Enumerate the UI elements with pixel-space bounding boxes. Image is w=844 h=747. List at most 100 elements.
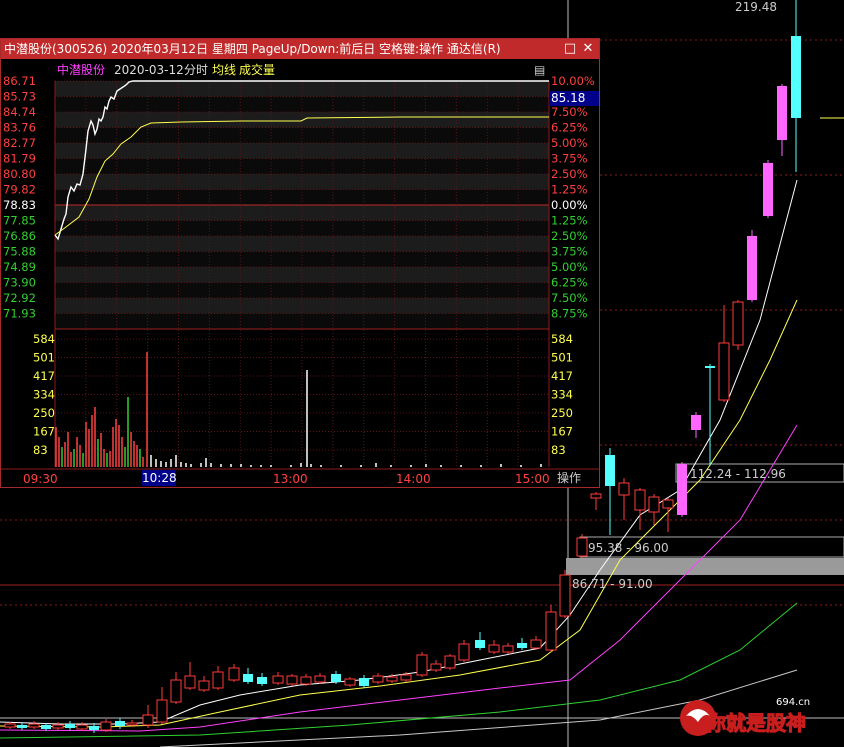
candle-body [170, 679, 182, 703]
pct-axis-label: 1.25% [551, 183, 588, 197]
candle-body [777, 86, 787, 140]
candle-body [156, 699, 168, 723]
candle-body [691, 415, 701, 430]
candle-body [444, 655, 456, 669]
candle-body [184, 675, 196, 689]
price-axis-label: 74.89 [3, 260, 36, 274]
candle-body [4, 723, 16, 728]
candle-body [331, 674, 341, 682]
pct-axis-label: 7.50% [551, 105, 588, 119]
candle-body [677, 464, 687, 515]
watermark-site: 694.cn [776, 697, 810, 708]
pct-axis-label: 3.75% [551, 245, 588, 259]
candle-body [576, 537, 588, 557]
price-axis-label: 71.93 [3, 307, 36, 321]
candle-body [243, 674, 253, 682]
candle-body [52, 724, 64, 729]
candle-body [359, 678, 369, 686]
crosshair-time-badge: 10:28 [142, 470, 177, 486]
time-axis-label: 14:00 [396, 472, 431, 486]
candle-body [763, 163, 773, 216]
price-axis-label: 85.73 [3, 90, 36, 104]
candle-body [286, 675, 298, 685]
candle-body [634, 489, 646, 511]
candle-body [257, 677, 267, 684]
candle-body [76, 724, 88, 730]
pct-axis-label: 6.25% [551, 121, 588, 135]
candle-body [115, 721, 125, 726]
candle-body [344, 678, 356, 686]
candle-body [430, 663, 442, 671]
candle-body [791, 36, 801, 118]
pct-axis-label: 3.75% [551, 152, 588, 166]
pct-axis-label: 2.50% [551, 167, 588, 181]
candle-body [488, 644, 500, 653]
price-axis-label: 77.85 [3, 214, 36, 228]
candle-body [718, 342, 730, 401]
candle-body [142, 714, 154, 726]
price-axis-label: 75.88 [3, 245, 36, 259]
range-label-lower: 86.71 - 91.00 [572, 577, 653, 591]
price-band [55, 174, 549, 190]
volume-axis-label-right: 167 [551, 425, 573, 439]
candle-body [590, 493, 602, 499]
candle-body [662, 499, 674, 509]
candle-body [545, 611, 557, 651]
price-axis-label: 86.71 [3, 74, 36, 88]
candle-body [314, 675, 326, 683]
price-band [55, 267, 549, 283]
price-axis-label: 72.92 [3, 291, 36, 305]
intraday-window[interactable]: 中潜股份(300526) 2020年03月12日 星期四 PageUp/Down… [0, 38, 600, 488]
time-axis-label: 13:00 [273, 472, 308, 486]
candle-body [502, 645, 514, 653]
candle-body [300, 676, 312, 685]
top-price-label: 219.48 [735, 0, 777, 14]
volume-axis-label: 334 [33, 388, 55, 402]
pct-axis-label: 0.00% [551, 198, 588, 212]
volume-axis-label: 584 [33, 332, 55, 346]
range-label-upper: 112.24 - 112.96 [690, 467, 786, 481]
time-axis-label: 15:00 [515, 472, 550, 486]
candle-body [458, 643, 470, 661]
pct-axis-label: 2.50% [551, 229, 588, 243]
candle-body [732, 301, 744, 346]
pct-axis-label: 10.00% [551, 74, 595, 88]
candle-body [28, 723, 40, 728]
volume-axis-label-right: 501 [551, 351, 573, 365]
candle-body [126, 722, 138, 726]
candle-body [228, 667, 240, 681]
price-axis-label: 82.77 [3, 136, 36, 150]
price-axis-label: 83.76 [3, 121, 36, 135]
operate-button[interactable]: 操作 [549, 469, 589, 487]
pct-axis-label: 5.00% [551, 260, 588, 274]
volume-axis-label-right: 584 [551, 332, 573, 346]
price-axis-label: 84.74 [3, 105, 36, 119]
price-axis-label: 80.80 [3, 167, 36, 181]
volume-axis-label-right: 250 [551, 406, 573, 420]
candle-body [41, 725, 51, 729]
candle-body [747, 236, 757, 300]
candle-body [372, 675, 384, 683]
candle-body [416, 654, 428, 676]
candle-body [559, 574, 571, 617]
candle-body [272, 675, 284, 684]
candle-body [517, 643, 527, 648]
candle-body [618, 482, 630, 496]
pct-axis-label: 8.75% [551, 307, 588, 321]
volume-axis-label: 250 [33, 406, 55, 420]
watermark-logo: 你就是股神 694.cn [676, 692, 826, 742]
watermark-slogan: 你就是股神 [705, 711, 806, 735]
candle-body [475, 640, 485, 648]
volume-axis-label-right: 334 [551, 388, 573, 402]
candle-body [198, 680, 210, 691]
candle-body [605, 455, 615, 486]
volume-axis-label: 501 [33, 351, 55, 365]
volume-axis-label: 83 [33, 443, 48, 457]
current-price-badge: 85.18 [549, 91, 599, 106]
pct-axis-label: 1.25% [551, 214, 588, 228]
time-axis-label: 09:30 [23, 472, 58, 486]
candle-body [65, 724, 75, 728]
candle-body [530, 639, 542, 649]
candle-body [100, 721, 112, 731]
intraday-chart[interactable]: 86.71 85.7384.74 83.7682.77 81.7980.80 79.82… [1, 39, 599, 487]
